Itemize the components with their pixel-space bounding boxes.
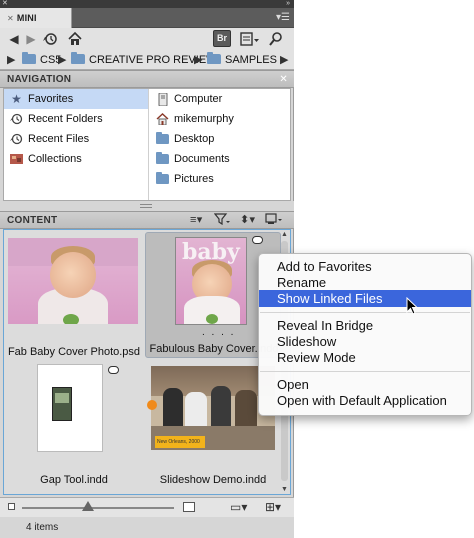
thumbnail-image [8,238,138,324]
home-icon [156,113,169,126]
menu-item-slideshow[interactable]: Slideshow [259,333,471,350]
mini-bridge-panel: ✕ » ✕MINI BRIDGE ▾☰ ◀ ▶ Br ▶ CS5 ▶ CREAT… [0,0,294,538]
folder-icon [22,52,36,64]
panel-menu-icon[interactable]: ▾☰ [276,12,290,23]
search-icon[interactable] [268,31,284,47]
thumbnail-caption: Fab Baby Cover Photo.psd [7,346,141,358]
small-thumbnail-icon[interactable] [8,503,15,510]
nav-item-mikemurphy[interactable]: mikemurphy [150,109,290,129]
recent-folders-icon [10,113,23,125]
close-navigation-icon[interactable]: ✕ [279,71,288,88]
tab-row: ✕MINI BRIDGE ▾☰ [0,8,294,44]
view-mode-icon[interactable]: ▭▾ [230,500,247,514]
folder-icon [156,172,169,185]
nav-item-computer[interactable]: Computer [150,89,290,109]
content-header: CONTENT ≡▾ ⬍▾ [0,211,294,229]
tab-mini-bridge[interactable]: ✕MINI BRIDGE [0,8,72,44]
navigation-favorites-column: ★ Favorites Recent Folders Recent Files [4,89,149,200]
status-bar: 4 items [0,517,294,538]
star-icon: ★ [11,92,22,106]
collections-icon [10,153,23,165]
menu-separator [260,371,470,372]
large-thumbnail-icon[interactable] [183,502,195,512]
collapse-panel-icon[interactable]: » [286,0,290,8]
scroll-down-icon[interactable]: ▼ [281,486,288,493]
navigation-title: NAVIGATION [7,74,72,85]
menu-item-review-mode[interactable]: Review Mode [259,349,471,366]
thumbnail-dots: . . . . [202,327,236,338]
sort-icon[interactable]: ⬍▾ [240,212,255,229]
crumb-separator: ▶ [280,54,289,66]
context-menu: Add to Favorites Rename Show Linked File… [258,253,472,416]
thumbnail-image: New Orleans, 2000 [151,366,275,450]
nav-item-desktop[interactable]: Desktop [150,129,290,149]
menu-item-show-linked-files[interactable]: Show Linked Files [259,290,471,307]
grid-view-icon[interactable]: ⊞▾ [265,500,281,514]
navigation-pane: ★ Favorites Recent Folders Recent Files [3,88,291,201]
recent-history-icon[interactable] [41,31,59,47]
linked-files-badge-icon [108,366,119,374]
home-icon[interactable] [66,31,84,47]
nav-item-documents[interactable]: Documents [150,149,290,169]
splitter-grip[interactable] [140,204,152,208]
thumbnail-caption: Slideshow Demo.indd [159,474,267,486]
back-icon[interactable]: ◀ [8,31,20,47]
nav-item-favorites[interactable]: ★ Favorites [4,89,148,109]
menu-item-reveal-in-bridge[interactable]: Reveal In Bridge [259,317,471,334]
recent-files-icon [10,133,23,145]
thumbnail-image: baby [175,237,247,325]
view-options-icon[interactable]: ≡▾ [190,212,203,229]
computer-icon [156,92,169,107]
crumb-separator: ▶ [58,54,67,66]
go-to-bridge-button[interactable]: Br [213,30,231,47]
menu-separator [260,312,470,313]
thumbnail-caption: Gap Tool.indd [40,474,108,486]
crumb-separator: ▶ [194,54,203,66]
nav-item-recent-folders[interactable]: Recent Folders [4,109,148,129]
tools-menu-icon[interactable] [265,212,283,229]
folder-icon [156,132,169,145]
navigation-header: NAVIGATION ✕ [0,70,294,88]
close-panel-icon[interactable]: ✕ [2,0,8,8]
folder-icon [207,52,221,64]
content-title: CONTENT [7,215,58,226]
menu-item-add-to-favorites[interactable]: Add to Favorites [259,258,471,275]
pane-splitter[interactable] [0,201,294,211]
bottom-toolbar: ▭▾ ⊞▾ [0,497,294,517]
slider-knob[interactable] [82,501,94,511]
forward-icon[interactable]: ▶ [25,31,37,47]
menu-item-rename[interactable]: Rename [259,274,471,291]
item-count: 4 items [26,522,59,533]
breadcrumb-cs5[interactable]: CS5 [22,52,61,67]
breadcrumb: ▶ CS5 ▶ CREATIVE PRO REVIEW ▶ SAMPLES ▶ [0,50,294,70]
menu-item-open-with-default-application[interactable]: Open with Default Application [259,392,471,409]
thumbnail-item[interactable]: Fab Baby Cover Photo.psd [6,234,142,360]
tab-close-icon[interactable]: ✕ [7,14,14,23]
crumb-separator: ▶ [7,54,16,66]
nav-item-pictures[interactable]: Pictures [150,169,290,189]
content-pane: Fab Baby Cover Photo.psd baby . . . . Fa… [3,229,291,495]
menu-item-open[interactable]: Open [259,376,471,393]
nav-item-recent-files[interactable]: Recent Files [4,129,148,149]
scroll-up-icon[interactable]: ▲ [281,231,288,238]
folder-icon [156,152,169,165]
navigation-locations-column: Computer mikemurphy Desktop Documents Pi… [150,89,290,200]
slideshow-badge-icon [147,400,157,410]
nav-item-collections[interactable]: Collections [4,149,148,169]
breadcrumb-samples[interactable]: SAMPLES [207,52,277,67]
thumbnail-image [37,364,103,452]
mouse-pointer-icon [406,296,419,318]
thumbnail-size-slider[interactable] [22,507,174,509]
panel-title-strip: ✕ » [0,0,294,8]
thumbnail-item[interactable]: Gap Tool.indd [6,362,142,488]
panel-view-menu-icon[interactable] [239,31,261,47]
folder-icon [71,52,85,64]
filter-icon[interactable] [213,212,230,229]
linked-files-badge-icon [252,236,263,244]
toolbar: ◀ ▶ Br [0,28,294,50]
thumbnail-sticker: New Orleans, 2000 [155,436,205,448]
